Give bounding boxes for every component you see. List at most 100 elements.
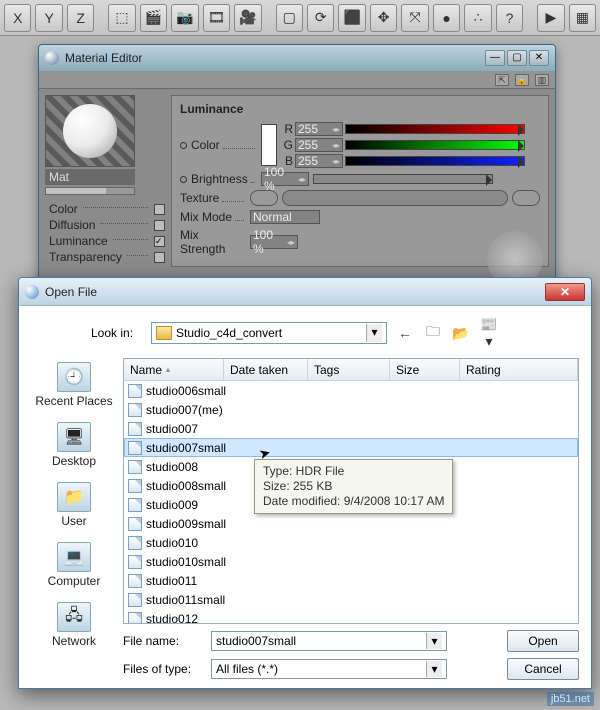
rgb-R-slider[interactable] — [345, 124, 525, 134]
toolbar-button[interactable]: ? — [496, 4, 523, 32]
toolbar-button[interactable]: ⟳ — [307, 4, 334, 32]
toolbar-button[interactable]: 🎞 — [203, 4, 230, 32]
cancel-button[interactable]: Cancel — [507, 658, 579, 680]
close-button[interactable]: ✕ — [545, 283, 585, 301]
texture-browse-button[interactable] — [512, 190, 540, 206]
file-row[interactable]: studio012 — [124, 609, 578, 623]
toolbar-button[interactable]: Y — [35, 4, 62, 32]
dock-icon[interactable]: ▥ — [535, 74, 549, 86]
file-row[interactable]: studio010 — [124, 533, 578, 552]
toolbar-button[interactable]: 🎥 — [234, 4, 261, 32]
open-button[interactable]: Open — [507, 630, 579, 652]
texture-arrow-button[interactable] — [250, 190, 278, 206]
material-editor-titlebar[interactable]: Material Editor — ▢ ✕ — [39, 45, 555, 71]
toolbar-button[interactable]: ● — [433, 4, 460, 32]
toolbar-button[interactable]: ∴ — [464, 4, 491, 32]
file-icon — [128, 555, 142, 569]
toolbar-button[interactable]: X — [4, 4, 31, 32]
file-row[interactable]: studio007small — [124, 438, 578, 457]
open-file-titlebar[interactable]: Open File ✕ — [19, 278, 591, 306]
toolbar-button[interactable]: ⬚ — [108, 4, 135, 32]
checkbox[interactable] — [154, 236, 165, 247]
minimize-button[interactable]: — — [485, 50, 505, 66]
material-preview[interactable] — [45, 95, 135, 167]
channel-row[interactable]: Diffusion — [45, 217, 165, 233]
texture-slot[interactable] — [282, 190, 508, 206]
place-item[interactable]: 💻Computer — [48, 542, 101, 588]
filename-field[interactable]: studio007small▾ — [211, 631, 447, 651]
channel-list: ColorDiffusionLuminanceTransparency — [45, 201, 165, 265]
pin-icon[interactable]: ⇱ — [495, 74, 509, 86]
checkbox[interactable] — [154, 204, 165, 215]
file-row[interactable]: studio009small — [124, 514, 578, 533]
new-folder-button[interactable]: 📂 — [451, 325, 471, 342]
brightness-field[interactable]: 100 %◂▸ — [261, 172, 309, 186]
toolbar-button[interactable]: ▶ — [537, 4, 564, 32]
file-tooltip: Type: HDR File Size: 255 KB Date modifie… — [254, 459, 453, 514]
column-date[interactable]: Date taken — [224, 359, 308, 380]
brightness-label: Brightness — [191, 172, 248, 186]
app-toolbar: XYZ ⬚🎬📷🎞🎥 ▢⟳⬛✥⤧●∴? ▶▦ — [0, 0, 600, 36]
globe-icon — [45, 51, 59, 65]
channel-row[interactable]: Luminance — [45, 233, 165, 249]
column-tags[interactable]: Tags — [308, 359, 390, 380]
toolbar-button[interactable]: 🎬 — [140, 4, 167, 32]
file-icon — [128, 479, 142, 493]
toolbar-button[interactable]: ⤧ — [401, 4, 428, 32]
lock-icon[interactable]: 🔒 — [515, 74, 529, 86]
view-menu-button[interactable]: 📰▾ — [479, 316, 499, 350]
rgb-B-field[interactable]: 255◂▸ — [295, 154, 343, 168]
mixmode-field[interactable]: Normal — [250, 210, 320, 224]
texture-label: Texture — [180, 191, 219, 205]
place-item[interactable]: 🕘Recent Places — [35, 362, 112, 408]
column-rating[interactable]: Rating — [460, 359, 578, 380]
checkbox[interactable] — [154, 220, 165, 231]
checkbox[interactable] — [154, 252, 165, 263]
place-item[interactable]: 🖥Desktop — [52, 422, 96, 468]
toolbar-button[interactable]: ✥ — [370, 4, 397, 32]
rgb-B-slider[interactable] — [345, 156, 525, 166]
up-folder-button[interactable]: 🗀 — [423, 321, 443, 345]
mixmode-label: Mix Mode — [180, 210, 232, 224]
file-icon — [128, 593, 142, 607]
open-file-dialog: Open File ✕ Look in: Studio_c4d_convert … — [18, 277, 592, 689]
place-item[interactable]: 📁User — [57, 482, 91, 528]
file-icon — [128, 384, 142, 398]
channel-row[interactable]: Transparency — [45, 249, 165, 265]
mixstrength-field[interactable]: 100 %◂▸ — [250, 235, 298, 249]
file-row[interactable]: studio011 — [124, 571, 578, 590]
rgb-G-field[interactable]: 255◂▸ — [295, 138, 343, 152]
places-bar: 🕘Recent Places🖥Desktop📁User💻Computer🖧Net… — [31, 358, 117, 624]
radio-icon[interactable] — [180, 142, 187, 149]
lookin-combo[interactable]: Studio_c4d_convert ▾ — [151, 322, 387, 344]
rgb-G-slider[interactable] — [345, 140, 525, 150]
toolbar-button[interactable]: ▦ — [569, 4, 596, 32]
lookin-value: Studio_c4d_convert — [176, 326, 282, 340]
color-swatch[interactable] — [261, 124, 277, 166]
radio-icon[interactable] — [180, 176, 187, 183]
close-button[interactable]: ✕ — [529, 50, 549, 66]
toolbar-button[interactable]: 📷 — [171, 4, 198, 32]
chevron-down-icon[interactable]: ▾ — [366, 324, 382, 342]
material-name[interactable]: Mat — [45, 169, 135, 185]
file-row[interactable]: studio010small — [124, 552, 578, 571]
toolbar-button[interactable]: ▢ — [276, 4, 303, 32]
filetype-field[interactable]: All files (*.*)▾ — [211, 659, 447, 679]
column-name[interactable]: Name▴ — [124, 359, 224, 380]
globe-icon — [25, 285, 39, 299]
file-row[interactable]: studio007(me) — [124, 400, 578, 419]
file-icon — [128, 536, 142, 550]
channel-row[interactable]: Color — [45, 201, 165, 217]
rgb-R-field[interactable]: 255◂▸ — [295, 122, 343, 136]
file-row[interactable]: studio006small — [124, 381, 578, 400]
file-row[interactable]: studio007 — [124, 419, 578, 438]
filename-label: File name: — [123, 634, 201, 648]
toolbar-button[interactable]: Z — [67, 4, 94, 32]
maximize-button[interactable]: ▢ — [507, 50, 527, 66]
file-row[interactable]: studio011small — [124, 590, 578, 609]
column-size[interactable]: Size — [390, 359, 460, 380]
preview-scrollbar[interactable] — [45, 187, 135, 195]
brightness-slider[interactable] — [313, 174, 493, 184]
toolbar-button[interactable]: ⬛ — [338, 4, 365, 32]
back-button[interactable]: ← — [395, 325, 415, 341]
